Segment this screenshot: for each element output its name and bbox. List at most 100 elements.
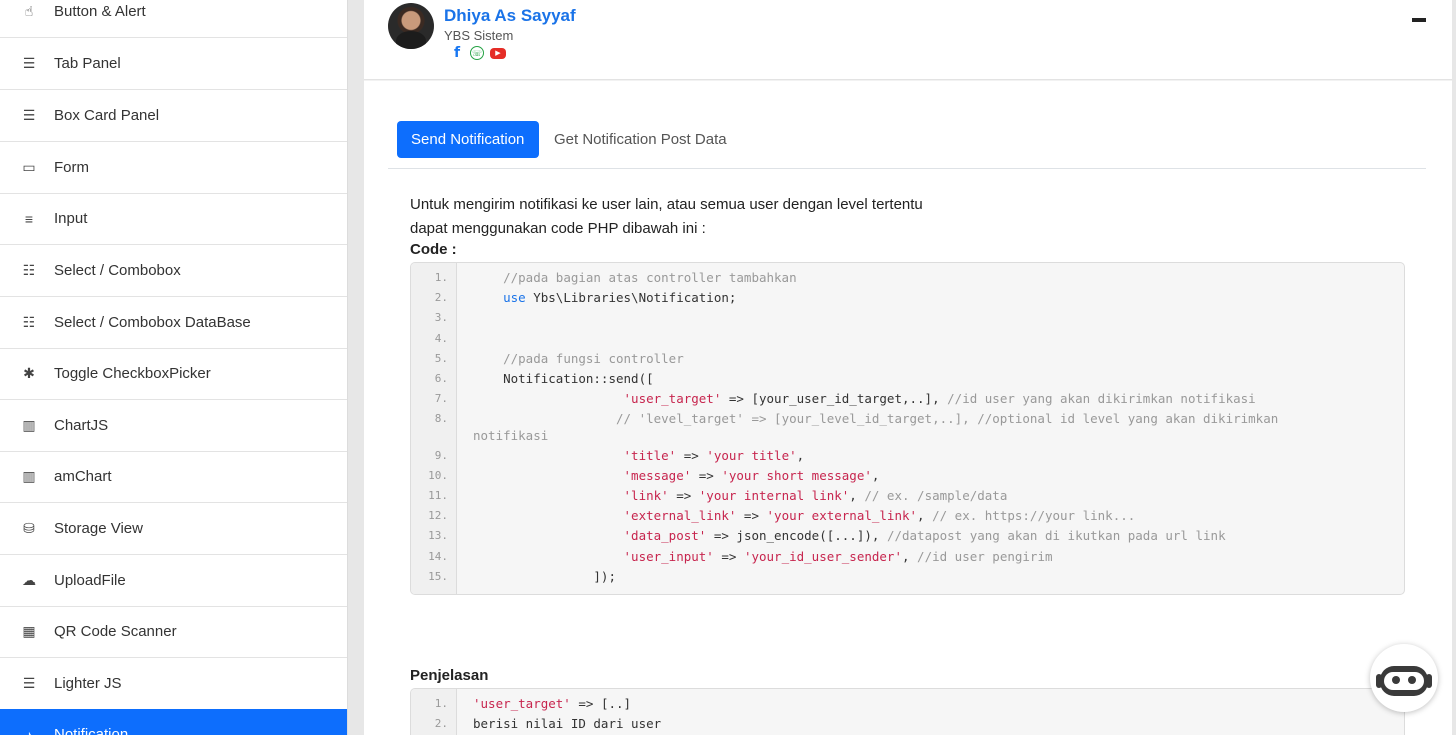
code-text: 'message' => 'your short message', bbox=[457, 466, 880, 486]
line-number: 10. bbox=[428, 468, 448, 482]
bell-icon: ♪ bbox=[25, 726, 33, 735]
sidebar-item-select-combobox[interactable]: ☷ Select / Combobox bbox=[0, 245, 347, 297]
code-token: use bbox=[503, 290, 526, 306]
code-line: 6. Notification::send([ bbox=[411, 369, 1404, 389]
code-token: //datapost yang akan di ikutkan pada url… bbox=[886, 528, 1226, 544]
bar-chart-icon: ▥ bbox=[22, 417, 36, 433]
tab-get-notification-post-data[interactable]: Get Notification Post Data bbox=[540, 121, 741, 158]
line-number: 8. bbox=[434, 412, 448, 426]
code-line: 15. ]); bbox=[411, 567, 1404, 587]
chatbot-button[interactable] bbox=[1370, 644, 1438, 712]
sidebar-item-box-card-panel[interactable]: ☰ Box Card Panel bbox=[0, 90, 347, 142]
code-text: use Ybs\Libraries\Notification; bbox=[457, 288, 736, 308]
youtube-icon[interactable]: ▶ bbox=[490, 47, 506, 59]
line-number: 9. bbox=[434, 448, 448, 462]
sidebar-item-label: Form bbox=[54, 159, 89, 176]
intro-line-2: dapat menggunakan code PHP dibawah ini : bbox=[410, 220, 706, 237]
tab-send-notification[interactable]: Send Notification bbox=[397, 121, 539, 158]
explain-block[interactable]: 1. 'user_target' => [..] 2. berisi nilai ID… bbox=[410, 688, 1405, 735]
code-line: 14. 'user_input' => 'your_id_user_sender… bbox=[411, 547, 1404, 567]
sidebar-item-amchart[interactable]: ▥ amChart bbox=[0, 451, 347, 503]
line-number: 11. bbox=[428, 489, 448, 503]
collapse-icon[interactable] bbox=[1412, 18, 1426, 22]
intro-line-1: Untuk mengirim notifikasi ke user lain, … bbox=[410, 196, 923, 213]
sidebar-item-input[interactable]: ≡ Input bbox=[0, 193, 347, 245]
code-token: berisi nilai ID dari user bbox=[473, 716, 662, 732]
code-token: 'your short message' bbox=[721, 467, 872, 483]
sidebar-item-label: QR Code Scanner bbox=[54, 623, 177, 640]
sidebar-item-toggle-checkboxpicker[interactable]: ✱ Toggle CheckboxPicker bbox=[0, 348, 347, 400]
sidebar-item-button-alert[interactable]: ☝ Button & Alert bbox=[0, 0, 347, 38]
code-text: 'user_input' => 'your_id_user_sender', /… bbox=[457, 547, 1053, 567]
list-icon: ☷ bbox=[22, 262, 36, 278]
code-text: 'external_link' => 'your external_link',… bbox=[457, 506, 1136, 526]
sidebar-item-uploadfile[interactable]: ☁ UploadFile bbox=[0, 555, 347, 607]
whatsapp-icon[interactable]: ☏ bbox=[470, 46, 484, 60]
code-line: 4. bbox=[411, 329, 1404, 349]
sidebar-item-label: Box Card Panel bbox=[54, 107, 160, 124]
sidebar-item-storage-view[interactable]: ⛁ Storage View bbox=[0, 503, 347, 555]
list-alt-icon: ☰ bbox=[22, 107, 36, 123]
code-token: 'title' bbox=[623, 447, 677, 463]
code-text: 'data_post' => json_encode([...]), //dat… bbox=[457, 526, 1226, 546]
code-text: Notification::send([ bbox=[457, 369, 654, 389]
code-token: 'user_target' bbox=[623, 391, 722, 407]
sidebar-item-notification[interactable]: ♪ Notification bbox=[0, 709, 347, 735]
window-icon: ▭ bbox=[22, 159, 36, 175]
qrcode-icon: ▦ bbox=[22, 623, 36, 639]
facebook-icon[interactable]: f bbox=[450, 45, 464, 61]
code-block[interactable]: 1. //pada bagian atas controller tambahk… bbox=[410, 262, 1405, 595]
sidebar-item-qr-code-scanner[interactable]: ▦ QR Code Scanner bbox=[0, 606, 347, 658]
code-token: => bbox=[668, 488, 699, 504]
code-token: 'your external_link' bbox=[766, 508, 918, 524]
avatar[interactable] bbox=[388, 3, 434, 49]
code-line: 2. use Ybs\Libraries\Notification; bbox=[411, 288, 1404, 308]
code-text: 'user_target' => [..] bbox=[457, 694, 631, 714]
code-token: 'user_input' bbox=[623, 548, 714, 564]
chatbot-icon bbox=[1380, 666, 1428, 696]
sidebar-item-lighter-js[interactable]: ☰ Lighter JS bbox=[0, 658, 347, 710]
code-line: 9. 'title' => 'your title', bbox=[411, 446, 1404, 466]
list-alt-icon: ☰ bbox=[22, 675, 36, 691]
profile-header: Dhiya As Sayyaf YBS Sistem f ☏ ▶ bbox=[364, 0, 1452, 80]
line-number: 12. bbox=[428, 509, 448, 523]
code-token: //pada fungsi controller bbox=[503, 350, 684, 366]
code-token: 'data_post' bbox=[623, 528, 707, 544]
code-text: ]); bbox=[457, 567, 616, 587]
sidebar: ☝ Button & Alert ☰ Tab Panel ☰ Box Card Panel… bbox=[0, 0, 348, 735]
sidebar-item-chartjs[interactable]: ▥ ChartJS bbox=[0, 400, 347, 452]
line-number: 4. bbox=[434, 331, 448, 345]
sidebar-item-label: Toggle CheckboxPicker bbox=[54, 365, 211, 382]
code-token: , bbox=[796, 447, 805, 463]
profile-name[interactable]: Dhiya As Sayyaf bbox=[444, 6, 576, 26]
code-token: 'your internal link' bbox=[698, 488, 850, 504]
code-line: 13. 'data_post' => json_encode([...]), /… bbox=[411, 526, 1404, 546]
code-token: Notification::send([ bbox=[473, 371, 654, 387]
sidebar-item-form[interactable]: ▭ Form bbox=[0, 142, 347, 194]
sidebar-item-select-combobox-database[interactable]: ☷ Select / Combobox DataBase bbox=[0, 297, 347, 349]
line-number: 15. bbox=[428, 569, 448, 583]
sidebar-item-label: Notification bbox=[54, 726, 129, 735]
content-gutter-right bbox=[1452, 0, 1456, 735]
code-token: => [..] bbox=[570, 696, 632, 711]
sidebar-item-tab-panel[interactable]: ☰ Tab Panel bbox=[0, 38, 347, 90]
code-text: 'user_target' => [your_user_id_target,..… bbox=[457, 389, 1256, 409]
code-token: ]); bbox=[473, 568, 616, 584]
code-line: 11. 'link' => 'your internal link', // e… bbox=[411, 486, 1404, 506]
content-card: Send Notification Get Notification Post … bbox=[364, 81, 1452, 735]
code-token: 'link' bbox=[623, 488, 669, 504]
align-center-icon: ≡ bbox=[24, 210, 34, 227]
code-token: 'message' bbox=[623, 467, 692, 483]
code-label: Code : bbox=[410, 241, 457, 258]
code-line: 3. bbox=[411, 308, 1404, 328]
code-token: //id user pengirim bbox=[917, 548, 1053, 564]
code-token: , bbox=[849, 488, 865, 504]
code-token: => json_encode([...]), bbox=[706, 528, 887, 544]
sidebar-item-label: Storage View bbox=[54, 520, 143, 537]
